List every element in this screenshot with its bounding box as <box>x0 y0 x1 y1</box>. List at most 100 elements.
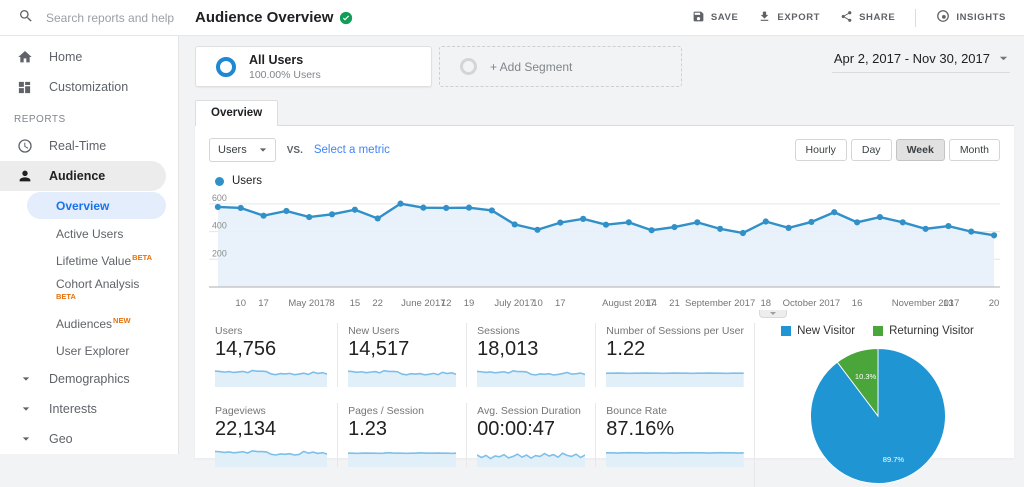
pie-value-new-visitor: 89.7% <box>882 455 904 464</box>
x-axis-tick: 21 <box>669 298 680 309</box>
share-icon <box>840 10 853 26</box>
sidebar-item-lifetime-value[interactable]: Lifetime ValueBETA <box>0 247 178 274</box>
save-button[interactable]: SAVE <box>692 10 739 26</box>
x-axis-tick: 15 <box>350 298 361 309</box>
legend-new-visitor: New Visitor <box>781 325 855 337</box>
metric-card-number-of-sessions-per-user[interactable]: Number of Sessions per User1.22 <box>596 323 754 387</box>
timeline-drag-handle[interactable] <box>759 310 787 318</box>
export-button[interactable]: EXPORT <box>758 10 820 26</box>
metric-sparkline <box>606 442 744 467</box>
sidebar-item-interests[interactable]: Interests <box>0 394 178 424</box>
insights-button[interactable]: INSIGHTS <box>936 9 1006 26</box>
metric-label: Pages / Session <box>348 405 456 417</box>
metric-value: 14,756 <box>215 338 327 361</box>
save-icon <box>692 10 705 26</box>
timeseries-chart: 200400600 1017May 201781522June 20171219… <box>209 189 1000 319</box>
sidebar-item-real-time[interactable]: Real-Time <box>0 131 178 161</box>
tab-row: Overview <box>195 100 1014 125</box>
chart-legend: Users <box>215 175 1000 187</box>
metric-sparkline <box>606 362 744 387</box>
granularity-week[interactable]: Week <box>896 139 945 161</box>
new-visitor-swatch <box>781 326 791 336</box>
segment-all-users[interactable]: All Users 100.00% Users <box>195 46 432 87</box>
segment-row: All Users 100.00% Users + Add Segment Ap… <box>195 46 1014 87</box>
metric-value: 00:00:47 <box>477 418 585 441</box>
users-series-label: Users <box>232 175 262 187</box>
svg-text:400: 400 <box>212 221 227 231</box>
pie-value-returning-visitor: 10.3% <box>854 372 876 381</box>
sidebar-item-label: Lifetime ValueBETA <box>56 253 152 268</box>
chevron-down-icon <box>999 54 1008 63</box>
actions-divider <box>915 9 916 27</box>
insights-icon <box>936 9 950 26</box>
vs-label: VS. <box>287 145 303 156</box>
sidebar-item-home[interactable]: Home <box>0 42 178 72</box>
granularity-day[interactable]: Day <box>851 139 892 161</box>
metric-card-sessions[interactable]: Sessions18,013 <box>467 323 596 387</box>
sidebar-item-audience[interactable]: Audience <box>0 161 166 191</box>
metric-cards: Users14,756New Users14,517Sessions18,013… <box>209 323 755 487</box>
expand-caret-icon[interactable] <box>17 405 34 413</box>
users-line-chart[interactable]: 200400600 <box>209 189 1000 295</box>
sidebar-item-geo[interactable]: Geo <box>0 424 178 454</box>
metric-select-value: Users <box>218 144 247 156</box>
svg-text:600: 600 <box>212 193 227 203</box>
expand-caret-icon[interactable] <box>17 375 34 383</box>
x-axis-tick: 10 <box>235 298 246 309</box>
sidebar-item-label: Cohort Analysis <box>56 277 139 292</box>
date-range-selector[interactable]: Apr 2, 2017 - Nov 30, 2017 <box>832 46 1010 73</box>
expand-caret-icon[interactable] <box>17 435 34 443</box>
metric-card-pageviews[interactable]: Pageviews22,134 <box>209 403 338 467</box>
legend-returning-visitor: Returning Visitor <box>873 325 974 337</box>
sidebar-item-cohort-analysis[interactable]: Cohort AnalysisBETA <box>0 274 178 310</box>
metric-card-bounce-rate[interactable]: Bounce Rate87.16% <box>596 403 754 467</box>
metric-label: Avg. Session Duration <box>477 405 585 417</box>
export-icon <box>758 10 771 26</box>
metric-card-users[interactable]: Users14,756 <box>209 323 338 387</box>
metric-select-dropdown[interactable]: Users <box>209 138 276 162</box>
metric-card-pages-session[interactable]: Pages / Session1.23 <box>338 403 467 467</box>
share-button[interactable]: SHARE <box>840 10 895 26</box>
export-label: EXPORT <box>777 12 820 23</box>
metric-card-new-users[interactable]: New Users14,517 <box>338 323 467 387</box>
header-actions: SAVE EXPORT SHARE INSIGHTS <box>692 9 1024 27</box>
customization-icon <box>17 79 34 96</box>
sidebar-item-label: Geo <box>49 432 73 446</box>
x-axis-tick: July 2017 <box>494 298 535 309</box>
tab-overview[interactable]: Overview <box>195 100 278 126</box>
top-bar: Search reports and help Audience Overvie… <box>0 0 1024 36</box>
date-range-label: Apr 2, 2017 - Nov 30, 2017 <box>834 51 990 66</box>
sidebar-item-active-users[interactable]: Active Users <box>0 220 178 247</box>
badge: BETA <box>132 253 152 262</box>
metric-sparkline <box>348 442 456 467</box>
metric-sparkline <box>215 362 327 387</box>
metric-value: 18,013 <box>477 338 585 361</box>
segment-detail: 100.00% Users <box>249 69 321 81</box>
visitor-pie-chart[interactable]: 89.7% 10.3% <box>807 345 949 487</box>
save-label: SAVE <box>711 12 739 23</box>
sidebar-item-label: Overview <box>56 199 109 213</box>
sidebar-item-demographics[interactable]: Demographics <box>0 364 178 394</box>
metric-label: New Users <box>348 325 456 337</box>
x-axis-tick: 16 <box>852 298 863 309</box>
granularity-month[interactable]: Month <box>949 139 1000 161</box>
home-icon <box>17 49 34 66</box>
select-metric-link[interactable]: Select a metric <box>314 144 390 156</box>
search-placeholder: Search reports and help <box>46 11 174 25</box>
summary-section: Users14,756New Users14,517Sessions18,013… <box>209 323 1000 487</box>
main-content: All Users 100.00% Users + Add Segment Ap… <box>179 36 1024 454</box>
badge: NEW <box>113 316 131 325</box>
sidebar-item-user-explorer[interactable]: User Explorer <box>0 337 178 364</box>
granularity-hourly[interactable]: Hourly <box>795 139 847 161</box>
insights-label: INSIGHTS <box>956 12 1006 23</box>
metric-card-avg-session-duration[interactable]: Avg. Session Duration00:00:47 <box>467 403 596 467</box>
sidebar-item-overview[interactable]: Overview <box>27 192 166 219</box>
add-segment-button[interactable]: + Add Segment <box>439 46 682 87</box>
sidebar-item-label: AudiencesNEW <box>56 316 131 331</box>
search-input[interactable]: Search reports and help <box>0 8 179 27</box>
sidebar-item-customization[interactable]: Customization <box>0 72 178 102</box>
sidebar: HomeCustomization REPORTS Real-TimeAudie… <box>0 36 179 454</box>
sidebar-item-label: Audience <box>49 169 105 183</box>
badge: BETA <box>56 292 139 301</box>
sidebar-item-audiences[interactable]: AudiencesNEW <box>0 310 178 337</box>
